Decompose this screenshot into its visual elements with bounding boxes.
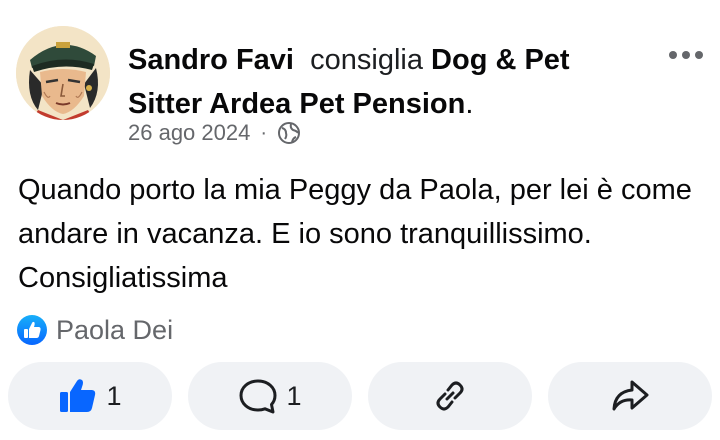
avatar-illustration [16, 26, 110, 120]
thumbs-up-icon [60, 379, 96, 412]
author-avatar[interactable] [16, 26, 110, 120]
like-count: 1 [106, 380, 122, 411]
recommends-verb: consiglia [310, 44, 423, 76]
like-button[interactable]: 1 [8, 362, 172, 430]
reactor-names: Paola Dei [56, 314, 174, 345]
meta-separator: · [260, 121, 268, 144]
like-badge-icon [16, 314, 48, 346]
comment-button[interactable]: 1 [188, 362, 352, 430]
post-date[interactable]: 26 ago 2024 [128, 120, 250, 146]
comment-icon [239, 379, 277, 414]
page-suffix: . [465, 88, 474, 120]
post-header: Sandro Favi consiglia Dog & Pet Sitter A… [128, 38, 648, 126]
globe-icon[interactable] [277, 121, 301, 145]
share-arrow-icon [612, 380, 649, 411]
reactions-summary[interactable]: Paola Dei [16, 314, 173, 346]
author-name[interactable]: Sandro Favi [128, 44, 294, 76]
more-options-button[interactable] [664, 40, 708, 70]
copy-link-button[interactable] [368, 362, 532, 430]
post-meta: 26 ago 2024 · [128, 120, 301, 146]
more-dots-icon [669, 51, 703, 59]
link-icon [436, 381, 464, 411]
review-post: Sandro Favi consiglia Dog & Pet Sitter A… [0, 0, 720, 440]
comment-count: 1 [286, 380, 302, 411]
post-body-text: Quando porto la mia Peggy da Paola, per … [18, 174, 692, 294]
share-button[interactable] [548, 362, 712, 430]
